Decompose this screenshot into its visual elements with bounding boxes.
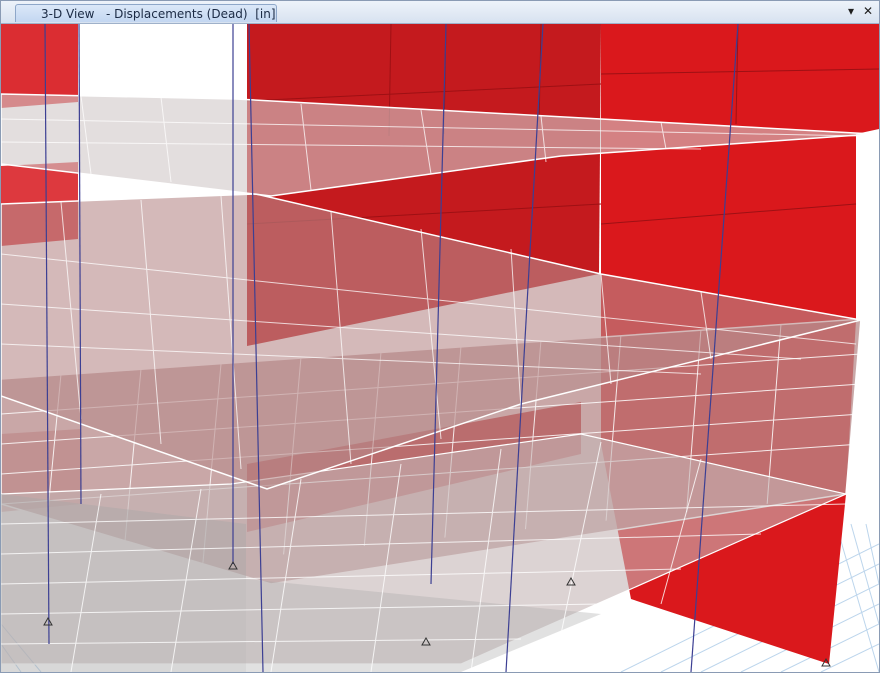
triangle-down-icon[interactable]: ▾	[843, 3, 859, 20]
3d-model-viewport[interactable]	[1, 24, 879, 672]
view-titlebar: 3-D View - Displacements (Dead) [in] ▾ ✕	[1, 1, 879, 24]
close-icon[interactable]: ✕	[860, 3, 876, 20]
view-tab[interactable]: 3-D View - Displacements (Dead) [in]	[15, 4, 277, 22]
view-tab-label: 3-D View - Displacements (Dead) [in]	[41, 7, 276, 21]
model-view-window: 3-D View - Displacements (Dead) [in] ▾ ✕	[0, 0, 880, 673]
